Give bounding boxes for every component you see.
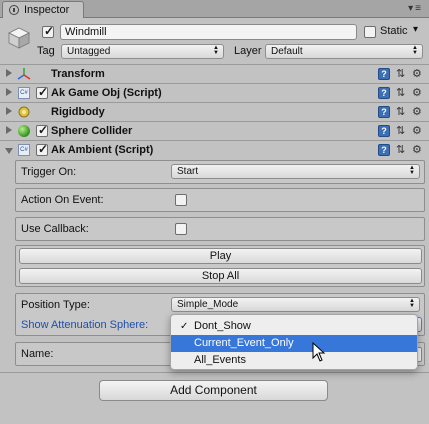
info-icon (9, 5, 19, 15)
help-icon[interactable]: ? (378, 68, 390, 80)
preset-icon[interactable]: ⇅ (396, 106, 408, 118)
component-title: Sphere Collider (51, 125, 133, 137)
layer-label: Layer (234, 45, 262, 57)
menu-item-label: All_Events (194, 354, 246, 366)
active-checkbox[interactable] (42, 24, 54, 38)
stop-all-button[interactable]: Stop All (19, 268, 422, 284)
trigger-on-dropdown[interactable]: Start ▲ ▼ (171, 164, 420, 179)
preset-icon[interactable]: ⇅ (396, 144, 408, 156)
trigger-on-value: Start (177, 166, 199, 177)
foldout-arrow-icon[interactable] (5, 148, 13, 154)
menu-item-label: Dont_Show (194, 320, 251, 332)
tab-inspector-label: Inspector (24, 4, 70, 16)
component-transform[interactable]: Transform ? ⇅ ⚙ (0, 64, 429, 83)
rigidbody-icon (18, 106, 30, 118)
attenuation-dropdown-menu: ✓ Dont_Show Current_Event_Only All_Event… (170, 314, 418, 370)
menu-item-dont-show[interactable]: ✓ Dont_Show (171, 318, 417, 335)
position-type-label: Position Type: (21, 299, 90, 311)
layer-value: Default (271, 46, 303, 57)
help-icon[interactable]: ? (378, 106, 390, 118)
foldout-arrow-icon[interactable] (6, 69, 12, 77)
component-enabled-checkbox[interactable] (36, 123, 48, 137)
updown-arrows-icon: ▲ ▼ (213, 45, 219, 56)
tab-inspector[interactable]: Inspector (2, 1, 84, 18)
menu-item-label: Current_Event_Only (194, 337, 294, 349)
action-on-event-checkbox[interactable] (175, 194, 187, 206)
help-icon[interactable]: ? (378, 144, 390, 156)
preset-icon[interactable]: ⇅ (396, 125, 408, 137)
use-callback-checkbox[interactable] (175, 223, 187, 235)
help-icon[interactable]: ? (378, 87, 390, 99)
gear-icon[interactable]: ⚙ (412, 125, 422, 137)
tag-value: Untagged (67, 46, 111, 57)
help-icon[interactable]: ? (378, 125, 390, 137)
gear-icon[interactable]: ⚙ (412, 68, 422, 80)
foldout-arrow-icon[interactable] (6, 107, 12, 115)
object-name-field[interactable]: Windmill (60, 24, 357, 40)
preset-icon[interactable]: ⇅ (396, 87, 408, 99)
checkmark-icon: ✓ (180, 321, 189, 332)
foldout-arrow-icon[interactable] (6, 88, 12, 96)
updown-arrows-icon: ▲ ▼ (409, 298, 415, 309)
tag-label: Tag (37, 45, 55, 57)
menu-item-all-events[interactable]: All_Events (171, 352, 417, 369)
menu-item-current-event-only[interactable]: Current_Event_Only (171, 335, 417, 352)
sphere-collider-icon (18, 125, 30, 137)
gear-icon[interactable]: ⚙ (412, 144, 422, 156)
tab-bar: Inspector ▾≡ (0, 0, 429, 18)
gameobject-cube-icon (8, 27, 30, 49)
updown-arrows-icon: ▲ ▼ (409, 165, 415, 176)
component-title: Transform (51, 68, 105, 80)
trigger-on-label: Trigger On: (21, 166, 77, 178)
foldout-arrow-icon[interactable] (6, 126, 12, 134)
component-ak-game-obj[interactable]: C# Ak Game Obj (Script) ? ⇅ ⚙ (0, 83, 429, 102)
name-label: Name: (21, 348, 54, 360)
preset-icon[interactable]: ⇅ (396, 68, 408, 80)
script-icon: C# (18, 87, 30, 99)
static-dropdown-icon[interactable]: ▾ (413, 24, 418, 35)
component-title: Ak Ambient (Script) (51, 144, 154, 156)
component-enabled-checkbox[interactable] (36, 142, 48, 156)
show-attenuation-label: Show Attenuation Sphere: (21, 319, 149, 331)
use-callback-group: Use Callback: (15, 217, 425, 241)
layer-dropdown[interactable]: Default ▲ ▼ (265, 44, 423, 59)
action-on-event-group: Action On Event: (15, 188, 425, 212)
mouse-pointer-icon (312, 342, 326, 362)
component-title: Rigidbody (51, 106, 105, 118)
component-rigidbody[interactable]: Rigidbody ? ⇅ ⚙ (0, 102, 429, 121)
transform-axes-icon (17, 68, 31, 80)
component-sphere-collider[interactable]: Sphere Collider ? ⇅ ⚙ (0, 121, 429, 140)
component-title: Ak Game Obj (Script) (51, 87, 162, 99)
gear-icon[interactable]: ⚙ (412, 87, 422, 99)
component-enabled-checkbox[interactable] (36, 85, 48, 99)
tag-dropdown[interactable]: Untagged ▲ ▼ (61, 44, 224, 59)
component-ak-ambient[interactable]: C# Ak Ambient (Script) ? ⇅ ⚙ (0, 140, 429, 159)
script-icon: C# (18, 144, 30, 156)
static-label: Static (380, 25, 408, 37)
add-component-button[interactable]: Add Component (99, 380, 328, 401)
gear-icon[interactable]: ⚙ (412, 106, 422, 118)
divider (0, 372, 429, 373)
action-on-event-label: Action On Event: (21, 194, 104, 206)
play-button[interactable]: Play (19, 248, 422, 264)
position-type-dropdown[interactable]: Simple_Mode ▲ ▼ (171, 297, 420, 312)
position-type-value: Simple_Mode (177, 299, 239, 310)
trigger-on-group: Trigger On: Start ▲ ▼ (15, 160, 425, 184)
use-callback-label: Use Callback: (21, 223, 89, 235)
static-checkbox[interactable] (364, 26, 376, 38)
updown-arrows-icon: ▲ ▼ (412, 45, 418, 56)
tab-menu-icon[interactable]: ▾≡ (408, 3, 423, 14)
